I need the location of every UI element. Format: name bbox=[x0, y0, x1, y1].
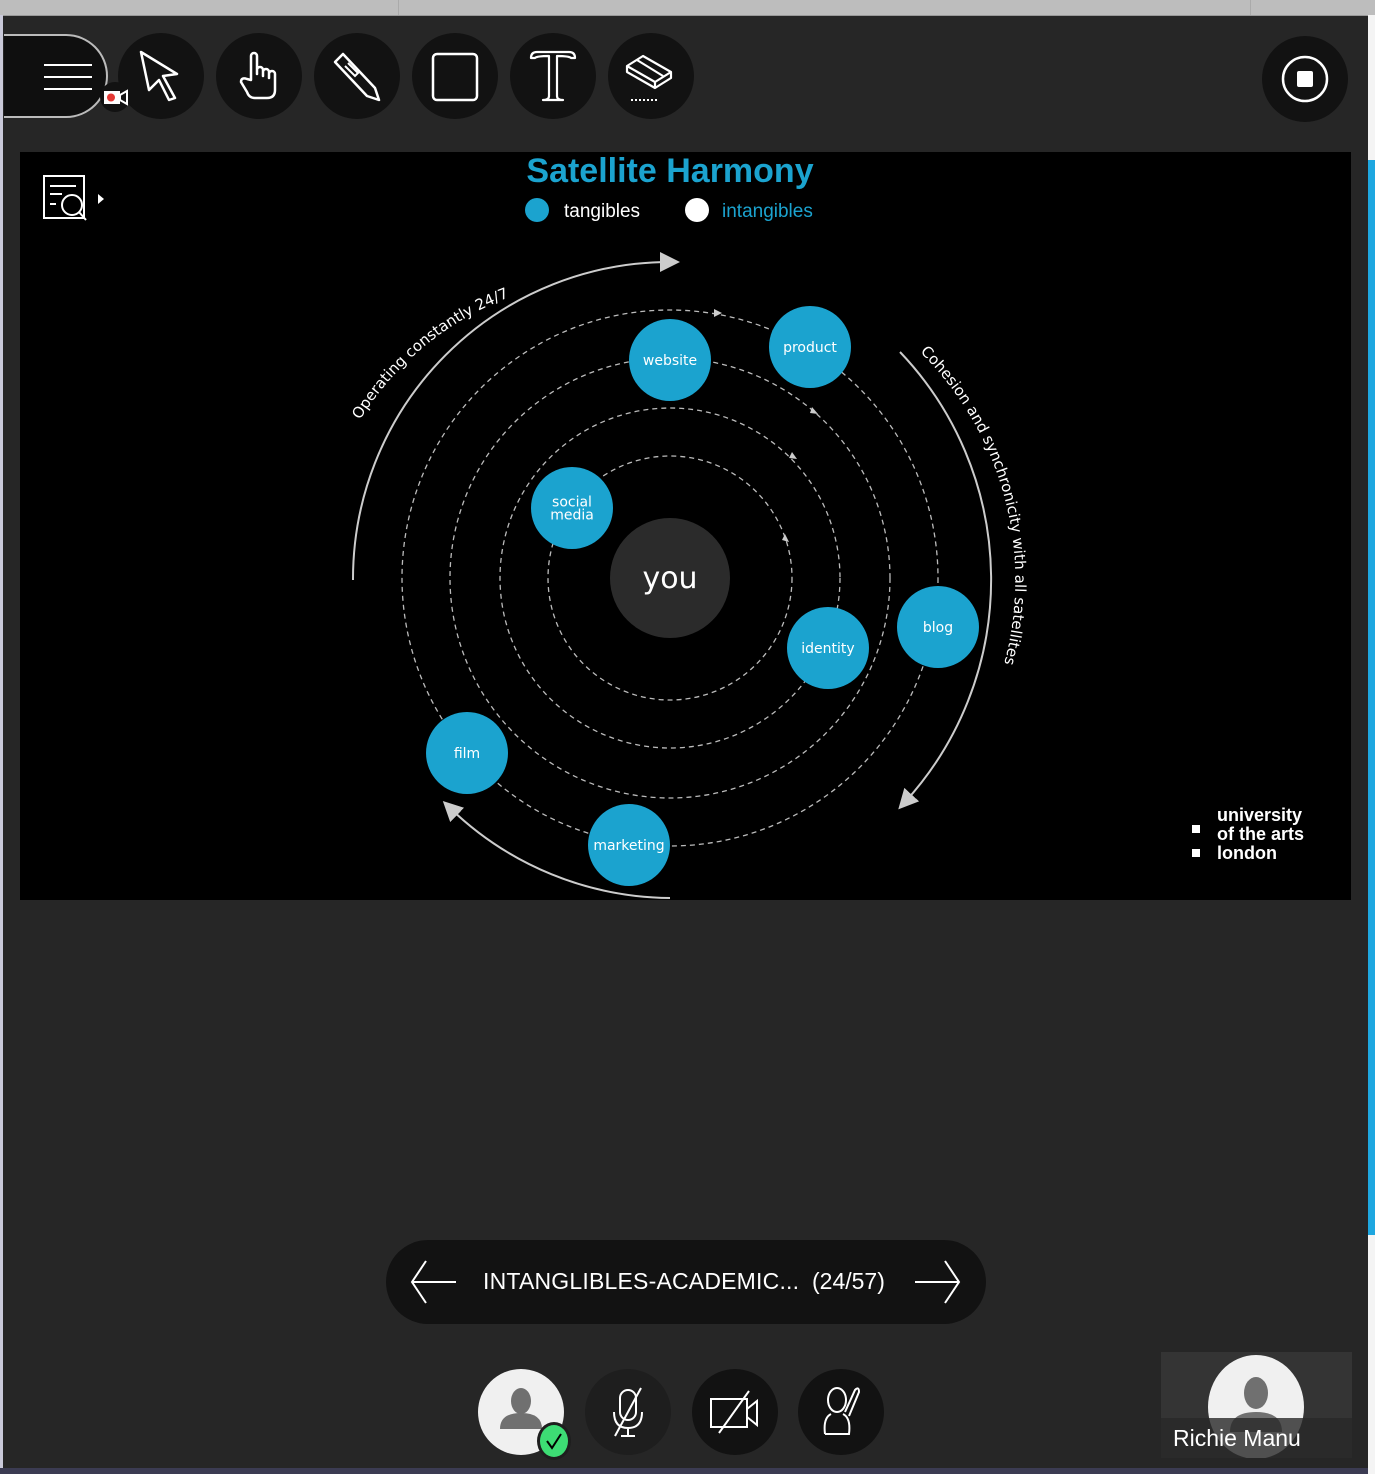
satellite-label: identity bbox=[801, 641, 854, 657]
browser-top-bar bbox=[0, 0, 1375, 16]
satellite-label: blog bbox=[923, 620, 953, 636]
previous-slide-arrow-icon[interactable] bbox=[408, 1257, 458, 1307]
hand-icon bbox=[239, 51, 277, 100]
eraser-icon bbox=[625, 54, 673, 101]
microphone-muted-icon bbox=[613, 1387, 643, 1437]
legend-intangibles-label: intangibles bbox=[722, 201, 813, 222]
participant-name: Richie Manu bbox=[1161, 1418, 1352, 1458]
raise-hand-icon bbox=[823, 1387, 861, 1435]
square-icon bbox=[431, 52, 479, 102]
raise-hand-button[interactable] bbox=[798, 1369, 884, 1455]
pencil-icon bbox=[333, 52, 381, 102]
page-counter: (24/57) bbox=[812, 1268, 885, 1294]
status-check-icon bbox=[537, 1422, 571, 1460]
logo-line-2: of the arts bbox=[1217, 824, 1304, 844]
recording-camera-icon bbox=[100, 82, 130, 112]
my-status-button[interactable] bbox=[478, 1369, 571, 1460]
stop-icon bbox=[1281, 55, 1329, 103]
arc-left-label: Operating constantly 24/7 bbox=[348, 284, 511, 422]
logo-line-3: london bbox=[1217, 843, 1277, 863]
legend-intangibles-swatch bbox=[685, 198, 709, 222]
participant-tile[interactable]: Richie Manu bbox=[1161, 1352, 1352, 1458]
next-slide-arrow-icon[interactable] bbox=[913, 1257, 963, 1307]
presentation-slide: Satellite Harmony tangibles intangibles … bbox=[20, 152, 1351, 900]
file-name-label: INTANGLIBLES-ACADEMIC... bbox=[483, 1268, 800, 1294]
camera-toggle-button[interactable] bbox=[692, 1369, 778, 1455]
pan-tool-button[interactable] bbox=[216, 33, 302, 119]
slide-title: Satellite Harmony bbox=[526, 152, 813, 190]
pen-tool-button[interactable] bbox=[314, 33, 400, 119]
center-label: you bbox=[642, 561, 697, 596]
text-icon bbox=[529, 50, 577, 102]
microphone-toggle-button[interactable] bbox=[585, 1369, 671, 1455]
camera-off-icon bbox=[710, 1390, 758, 1434]
window-edge bbox=[0, 15, 3, 1474]
satellite-label: product bbox=[783, 340, 837, 356]
legend-tangibles-swatch bbox=[525, 198, 549, 222]
arrow-pointer-icon bbox=[139, 50, 179, 102]
eraser-tool-button[interactable] bbox=[608, 33, 694, 119]
ual-logo: university of the arts london bbox=[1192, 805, 1304, 863]
text-tool-button[interactable] bbox=[510, 33, 596, 119]
logo-line-1: university bbox=[1217, 805, 1302, 825]
satellite-label: marketing bbox=[593, 838, 664, 854]
hamburger-icon bbox=[44, 64, 92, 90]
window-bottom-edge bbox=[0, 1468, 1368, 1474]
satellite-label: media bbox=[550, 508, 594, 524]
satellite-label: website bbox=[643, 353, 697, 369]
slide-navigator: INTANGLIBLES-ACADEMIC... (24/57) bbox=[386, 1240, 986, 1324]
arc-left bbox=[351, 252, 680, 581]
svg-text:Operating constantly 24/7: Operating constantly 24/7 bbox=[348, 284, 511, 422]
side-panel-edge bbox=[1368, 15, 1375, 1474]
stop-recording-button[interactable] bbox=[1262, 36, 1348, 122]
menu-button[interactable] bbox=[4, 34, 108, 118]
select-tool-button[interactable] bbox=[118, 33, 204, 119]
slide-finder-icon[interactable] bbox=[43, 175, 104, 221]
shape-tool-button[interactable] bbox=[412, 33, 498, 119]
satellite-label: film bbox=[454, 746, 480, 762]
legend-tangibles-label: tangibles bbox=[564, 201, 640, 222]
